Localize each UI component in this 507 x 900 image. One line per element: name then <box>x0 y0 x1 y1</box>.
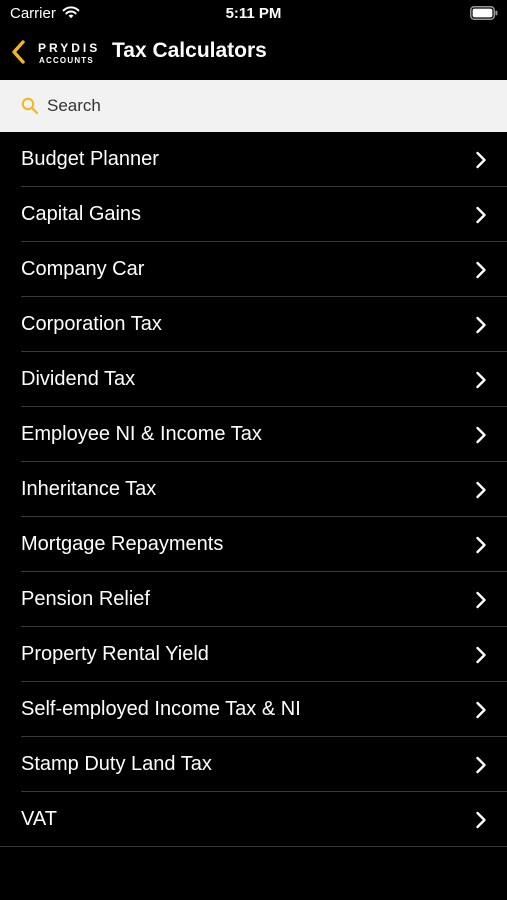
list-item-label: Corporation Tax <box>21 313 162 335</box>
prydis-logo: PRYDIS ACCOUNTS <box>38 41 100 67</box>
chevron-right-icon <box>476 316 486 334</box>
chevron-right-icon <box>476 591 486 609</box>
list-item-label: Company Car <box>21 258 145 280</box>
chevron-right-icon <box>476 811 486 829</box>
status-time: 5:11 PM <box>225 5 282 22</box>
row-divider <box>0 846 507 847</box>
logo-brand: PRYDIS <box>38 41 101 55</box>
list-item-stamp-duty-land-tax[interactable]: Stamp Duty Land Tax <box>0 737 507 792</box>
chevron-right-icon <box>476 371 486 389</box>
chevron-right-icon <box>476 426 486 444</box>
chevron-right-icon <box>476 481 486 499</box>
list-item-self-employed-income-tax-ni[interactable]: Self-employed Income Tax & NI <box>0 682 507 737</box>
list-item-label: Self-employed Income Tax & NI <box>21 698 301 720</box>
list-item-label: Dividend Tax <box>21 368 136 390</box>
navigation-bar: PRYDIS ACCOUNTS Tax Calculators <box>0 28 507 80</box>
list-item-capital-gains[interactable]: Capital Gains <box>0 187 507 242</box>
search-input[interactable] <box>47 95 467 117</box>
page-title: Tax Calculators <box>112 39 267 62</box>
list-item-label: Property Rental Yield <box>21 643 209 665</box>
back-button[interactable] <box>8 38 30 66</box>
list-item-dividend-tax[interactable]: Dividend Tax <box>0 352 507 407</box>
search-bar[interactable] <box>0 80 507 132</box>
battery-icon <box>470 6 498 20</box>
list-item-property-rental-yield[interactable]: Property Rental Yield <box>0 627 507 682</box>
status-bar: Carrier 5:11 PM <box>0 0 507 28</box>
chevron-right-icon <box>476 261 486 279</box>
list-item-label: Budget Planner <box>21 148 159 170</box>
list-item-vat[interactable]: VAT <box>0 792 507 847</box>
list-item-label: Employee NI & Income Tax <box>21 423 262 445</box>
chevron-right-icon <box>476 206 486 224</box>
list-item-label: Capital Gains <box>21 203 142 225</box>
list-item-employee-ni-income-tax[interactable]: Employee NI & Income Tax <box>0 407 507 462</box>
list-item-label: Stamp Duty Land Tax <box>21 753 212 775</box>
chevron-right-icon <box>476 646 486 664</box>
list-item-corporation-tax[interactable]: Corporation Tax <box>0 297 507 352</box>
chevron-right-icon <box>476 701 486 719</box>
chevron-right-icon <box>476 151 486 169</box>
search-icon <box>21 97 39 115</box>
calculator-list: Budget Planner Capital Gains Company Car… <box>0 132 507 847</box>
logo-sub: ACCOUNTS <box>39 56 94 65</box>
list-item-label: Inheritance Tax <box>21 478 157 500</box>
list-item-mortgage-repayments[interactable]: Mortgage Repayments <box>0 517 507 572</box>
list-item-pension-relief[interactable]: Pension Relief <box>0 572 507 627</box>
list-item-label: Mortgage Repayments <box>21 533 224 555</box>
list-item-inheritance-tax[interactable]: Inheritance Tax <box>0 462 507 517</box>
list-item-budget-planner[interactable]: Budget Planner <box>0 132 507 187</box>
chevron-right-icon <box>476 756 486 774</box>
list-item-label: Pension Relief <box>21 588 150 610</box>
list-item-company-car[interactable]: Company Car <box>0 242 507 297</box>
chevron-right-icon <box>476 536 486 554</box>
list-item-label: VAT <box>21 808 57 830</box>
